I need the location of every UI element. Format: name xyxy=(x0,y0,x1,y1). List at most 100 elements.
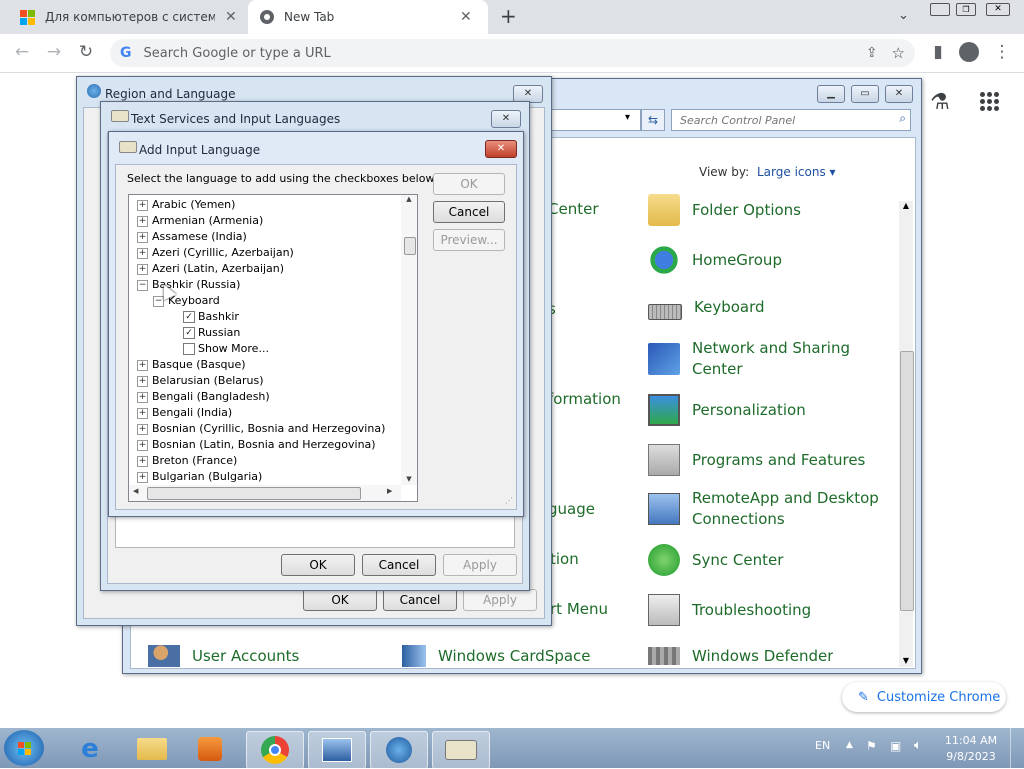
taskbar-control-panel[interactable] xyxy=(308,731,366,769)
expand-icon[interactable]: + xyxy=(137,471,148,483)
cp-partial-center[interactable]: Center xyxy=(548,200,599,218)
collapse-icon[interactable]: − xyxy=(137,279,148,291)
cancel-button[interactable]: Cancel xyxy=(383,589,457,611)
start-button[interactable] xyxy=(4,730,44,766)
scroll-up-icon[interactable]: ▲ xyxy=(401,195,417,203)
expand-icon[interactable]: + xyxy=(137,375,148,387)
expand-icon[interactable]: + xyxy=(137,199,148,211)
action-center-icon[interactable]: ⚑ xyxy=(866,739,877,753)
search-input[interactable] xyxy=(678,110,882,130)
minimize-icon[interactable]: ▁ xyxy=(817,85,845,103)
resize-grip-icon[interactable]: ⋰ xyxy=(505,496,513,505)
expand-icon[interactable]: + xyxy=(137,423,148,435)
tree-item-layout-checkbox[interactable]: Show More... xyxy=(183,341,269,357)
labs-flask-icon[interactable]: ⚗ xyxy=(930,90,950,115)
tree-item-language[interactable]: + Bulgarian (Bulgaria) xyxy=(137,469,262,485)
taskbar-chrome[interactable] xyxy=(246,731,304,769)
cp-troubleshooting[interactable]: Troubleshooting xyxy=(648,594,811,626)
tab-new-tab[interactable]: New Tab ✕ xyxy=(248,0,488,34)
show-desktop-button[interactable] xyxy=(1010,728,1024,768)
show-hidden-icons-icon[interactable]: ▲ xyxy=(846,740,853,750)
tree-horizontal-scrollbar[interactable]: ◀ ▶ xyxy=(129,485,401,501)
checkbox[interactable] xyxy=(183,343,195,355)
expand-icon[interactable]: + xyxy=(137,391,148,403)
maximize-icon[interactable]: ▭ xyxy=(851,85,879,103)
side-panel-icon[interactable]: ▮ xyxy=(924,38,952,66)
expand-icon[interactable]: + xyxy=(137,247,148,259)
tree-item-language[interactable]: + Bengali (India) xyxy=(137,405,232,421)
bookmark-star-icon[interactable]: ☆ xyxy=(892,44,905,62)
tree-item-layout-checkbox[interactable]: ✓ Russian xyxy=(183,325,240,341)
forward-icon[interactable]: → xyxy=(40,38,68,66)
close-icon[interactable]: ✕ xyxy=(491,110,521,128)
taskbar-media-player[interactable] xyxy=(182,731,238,767)
cp-windows-defender[interactable]: Windows Defender xyxy=(648,645,833,667)
tree-item-language[interactable]: + Arabic (Yemen) xyxy=(137,197,235,213)
tree-item-language[interactable]: + Assamese (India) xyxy=(137,229,247,245)
menu-icon[interactable]: ⋮ xyxy=(988,38,1016,66)
new-tab-button[interactable]: + xyxy=(500,4,517,28)
tree-item-language[interactable]: + Bosnian (Cyrillic, Bosnia and Herzegovi… xyxy=(137,421,385,437)
taskbar-internet-explorer[interactable]: e xyxy=(62,731,118,767)
language-tree[interactable]: + Arabic (Yemen) + Armenian (Armenia) + Assam… xyxy=(128,194,418,502)
tree-item-language[interactable]: + Breton (France) xyxy=(137,453,237,469)
cp-partial-guage[interactable]: guage xyxy=(548,500,595,518)
expand-icon[interactable]: + xyxy=(137,455,148,467)
cp-keyboard[interactable]: Keyboard xyxy=(648,294,765,320)
close-icon[interactable]: ✕ xyxy=(885,85,913,103)
close-window-icon[interactable]: ✕ xyxy=(986,3,1010,16)
cancel-button[interactable]: Cancel xyxy=(362,554,436,576)
taskbar-region-language[interactable] xyxy=(370,731,428,769)
taskbar-text-services[interactable] xyxy=(432,731,490,769)
checkbox[interactable]: ✓ xyxy=(183,327,195,339)
close-tab-icon[interactable]: ✕ xyxy=(225,9,237,25)
search-control-panel-field[interactable]: ⌕ xyxy=(671,109,911,131)
restore-icon[interactable]: ❐ xyxy=(956,3,976,16)
cp-user-accounts[interactable]: User Accounts xyxy=(148,645,299,667)
share-icon[interactable]: ⇪ xyxy=(866,45,878,61)
cp-programs-features[interactable]: Programs and Features xyxy=(648,444,865,476)
cp-remoteapp[interactable]: RemoteApp and Desktop Connections xyxy=(648,488,879,530)
close-tab-icon[interactable]: ✕ xyxy=(460,9,472,25)
reload-icon[interactable]: ↻ xyxy=(72,38,100,66)
expand-icon[interactable]: + xyxy=(137,359,148,371)
cp-partial-rt-menu[interactable]: rt Menu xyxy=(550,600,608,618)
expand-icon[interactable]: + xyxy=(137,439,148,451)
tree-item-language[interactable]: + Armenian (Armenia) xyxy=(137,213,263,229)
address-input[interactable] xyxy=(141,44,846,62)
dropdown-arrow-icon[interactable]: ▾ xyxy=(625,112,630,123)
scroll-thumb[interactable] xyxy=(900,351,914,611)
profile-avatar[interactable] xyxy=(959,42,979,62)
tree-item-language[interactable]: + Azeri (Latin, Azerbaijan) xyxy=(137,261,284,277)
omnibox[interactable]: G ⇪ ☆ xyxy=(110,39,915,67)
expand-icon[interactable]: + xyxy=(137,263,148,275)
tab-windows-downloads[interactable]: Для компьютеров с системами ✕ xyxy=(8,0,246,34)
tree-item-language[interactable]: + Bengali (Bangladesh) xyxy=(137,389,270,405)
expand-icon[interactable]: + xyxy=(137,407,148,419)
scroll-up-icon[interactable]: ▲ xyxy=(899,201,913,210)
cancel-button[interactable]: Cancel xyxy=(433,201,505,223)
scroll-thumb[interactable] xyxy=(404,237,416,255)
cp-partial-formation[interactable]: formation xyxy=(548,390,621,408)
close-icon[interactable]: ✕ xyxy=(485,140,517,158)
scroll-down-icon[interactable]: ▼ xyxy=(899,656,913,665)
taskbar-explorer[interactable] xyxy=(124,731,180,767)
apply-button[interactable]: Apply xyxy=(443,554,517,576)
tree-item-language[interactable]: + Azeri (Cyrillic, Azerbaijan) xyxy=(137,245,294,261)
cp-homegroup[interactable]: HomeGroup xyxy=(648,244,782,276)
tree-item-layout-checkbox[interactable]: ✓ Bashkir xyxy=(183,309,239,325)
cp-partial-tion[interactable]: tion xyxy=(550,550,579,568)
expand-icon[interactable]: + xyxy=(137,231,148,243)
back-icon[interactable]: ← xyxy=(8,38,36,66)
ok-button[interactable]: OK xyxy=(303,589,377,611)
language-indicator[interactable]: EN xyxy=(815,739,830,752)
minimize-icon[interactable] xyxy=(930,3,950,16)
checkbox[interactable]: ✓ xyxy=(183,311,195,323)
apply-button[interactable]: Apply xyxy=(463,589,537,611)
vertical-scrollbar[interactable]: ▲ ▼ xyxy=(899,201,914,667)
scroll-down-icon[interactable]: ▼ xyxy=(401,475,417,483)
tree-item-language[interactable]: + Bosnian (Latin, Bosnia and Herzegovina) xyxy=(137,437,376,453)
cp-windows-cardspace[interactable]: Windows CardSpace xyxy=(402,645,591,667)
view-by-dropdown[interactable]: Large icons ▾ xyxy=(757,165,836,179)
network-tray-icon[interactable]: ▣ xyxy=(890,739,901,753)
